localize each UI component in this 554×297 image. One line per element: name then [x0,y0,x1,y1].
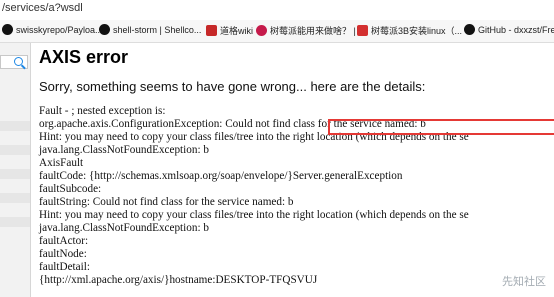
bookmark-daoge-wiki[interactable]: 道格wiki [206,24,253,37]
bookmark-label: GitHub - dxxzst/Fre... [478,24,554,35]
bookmark-label: 树莓派能用来做啥？ | ... [270,26,366,36]
search-icon[interactable] [14,57,23,66]
main-content: AXIS error Sorry, something seems to hav… [38,43,554,297]
bookmark-github-dxxzst[interactable]: GitHub - dxxzst/Fre... [464,24,554,35]
bookmark-label: shell-storm | Shellco... [113,24,202,35]
bookmark-raspberry[interactable]: 树莓派能用来做啥？ | ... [256,24,366,37]
github-icon [99,24,110,35]
url-text[interactable]: /services/a?wsdl [2,2,83,14]
sidebar-item[interactable] [0,169,30,179]
sidebar-item[interactable] [0,217,30,227]
bookmark-label: 树莓派3B安装linux（... [371,26,463,36]
sidebar-item[interactable] [0,193,30,203]
bookmark-label: 道格wiki [220,26,253,36]
p-icon [206,25,217,36]
sidebar [0,43,31,297]
error-line: faultNode: [39,248,87,260]
c-icon [357,25,368,36]
error-line: {http://xml.apache.org/axis/}hostname:DE… [39,274,318,286]
bookmarks-bar: swisskyrepo/Payloa... shell-storm | Shel… [0,20,554,43]
page-subtitle: Sorry, something seems to have gone wron… [39,79,426,94]
bookmark-raspberry-linux[interactable]: 树莓派3B安装linux（... [357,24,462,37]
sidebar-search-input[interactable] [0,55,28,69]
page-title: AXIS error [39,47,129,67]
bookmark-label: swisskyrepo/Payloa... [16,24,103,35]
sidebar-item[interactable] [0,145,30,155]
bookmark-swisskyrepo[interactable]: swisskyrepo/Payloa... [2,24,103,35]
github-icon [464,24,475,35]
error-line: faultDetail: [39,261,90,273]
bookmark-shell-storm[interactable]: shell-storm | Shellco... [99,24,201,35]
sidebar-item[interactable] [0,121,30,131]
error-line: AxisFault [39,157,84,169]
error-line: java.lang.ClassNotFoundException: b [39,222,209,234]
watermark: 先知社区 [502,276,546,288]
error-line: java.lang.ClassNotFoundException: b [39,144,209,156]
error-line: faultCode: {http://schemas.xmlsoap.org/s… [39,170,403,182]
error-line: faultSubcode: [39,183,102,195]
raspberry-icon [256,25,267,36]
error-line: Fault - ; nested exception is: [39,105,166,117]
error-line: faultActor: [39,235,89,247]
github-icon [2,24,13,35]
address-bar[interactable]: /services/a?wsdl [0,0,554,21]
highlight-box [328,119,554,135]
error-line: Hint: you may need to copy your class fi… [39,209,469,221]
error-line: faultString: Could not find class for th… [39,196,294,208]
